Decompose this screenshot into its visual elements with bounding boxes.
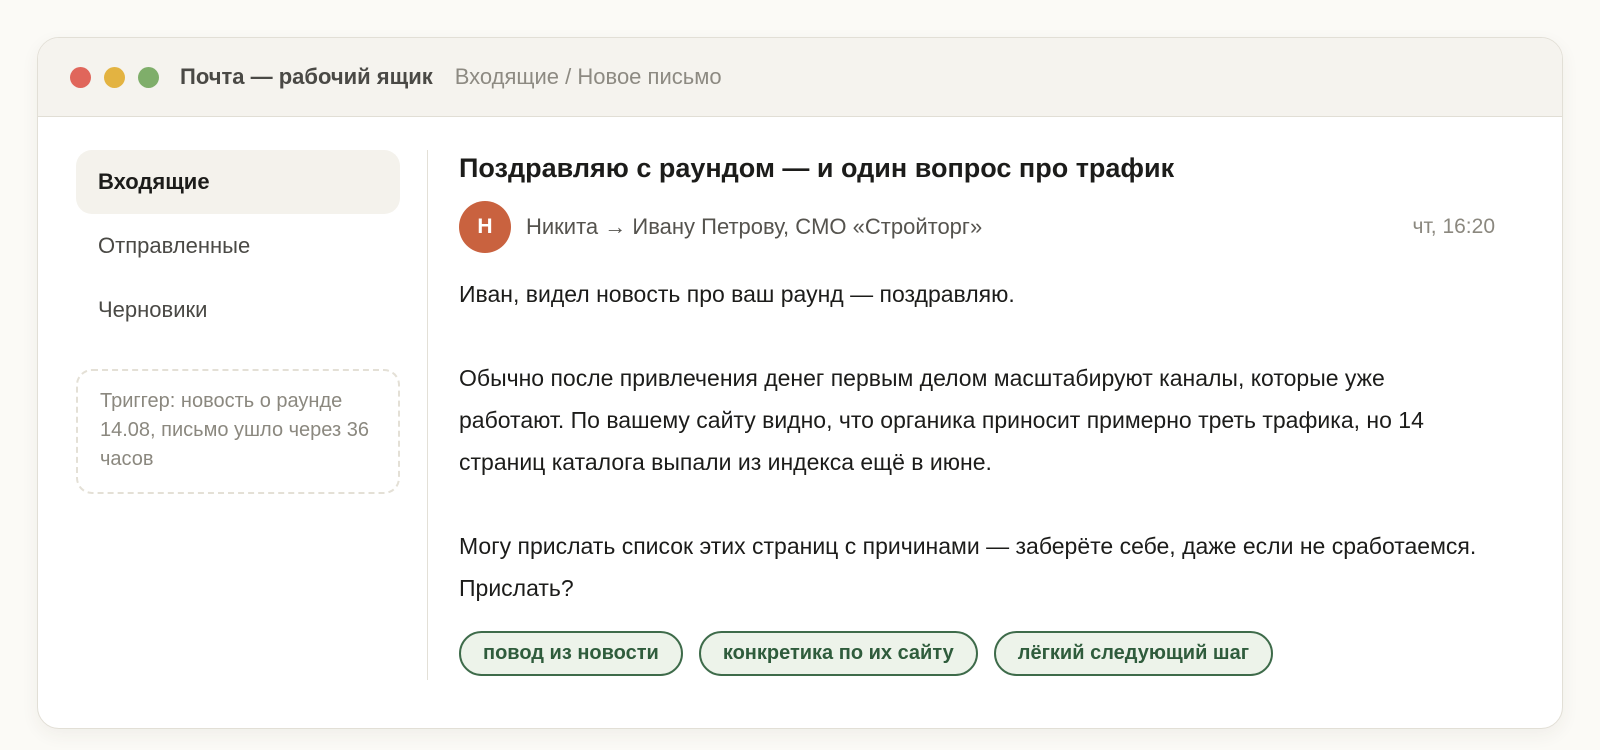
minimize-window-button[interactable] <box>104 66 125 88</box>
email-meta: Н Никита → Ивану Петрову, CMO «Стройторг… <box>459 201 1495 253</box>
email-subject: Поздравляю с раундом — и один вопрос про… <box>459 153 1175 183</box>
email-paragraph: Могу прислать список этих страниц с прич… <box>459 533 1477 601</box>
trigger-note: Триггер: новость о раунде 14.08, письмо … <box>76 369 400 494</box>
app-title: Почта — рабочий ящик <box>180 64 433 89</box>
tag-site-specifics[interactable]: конкретика по их сайту <box>698 631 978 676</box>
breadcrumb: Входящие / Новое письмо <box>454 64 722 89</box>
sender-recipient: Никита → Ивану Петрову, CMO «Стройторг» <box>526 214 983 239</box>
email-time: чт, 16:20 <box>1412 215 1495 238</box>
tag-list: повод из новости конкретика по их сайту … <box>459 631 1495 676</box>
sidebar-item-inbox[interactable]: Входящие <box>76 150 400 214</box>
close-window-button[interactable] <box>70 66 91 88</box>
tag-easy-next-step[interactable]: лёгкий следующий шаг <box>993 631 1274 676</box>
avatar: Н <box>459 201 511 253</box>
maximize-window-button[interactable] <box>138 66 159 88</box>
sidebar-item-sent[interactable]: Отправленные <box>76 214 400 278</box>
sidebar: Входящие Отправленные Черновики Триггер:… <box>76 150 400 494</box>
email-paragraph: Обычно после привлечения денег первым де… <box>459 365 1424 475</box>
title-bar: Почта — рабочий ящик Входящие / Новое пи… <box>38 38 1562 117</box>
sidebar-divider <box>427 150 428 680</box>
email-view: Поздравляю с раундом — и один вопрос про… <box>459 150 1495 676</box>
email-paragraph: Иван, видел новость про ваш раунд — позд… <box>459 281 1015 307</box>
tag-news-reason[interactable]: повод из новости <box>459 631 683 676</box>
sidebar-item-drafts[interactable]: Черновики <box>76 278 400 342</box>
mail-window: Почта — рабочий ящик Входящие / Новое пи… <box>37 37 1563 729</box>
email-body: Иван, видел новость про ваш раунд — позд… <box>459 273 1495 609</box>
